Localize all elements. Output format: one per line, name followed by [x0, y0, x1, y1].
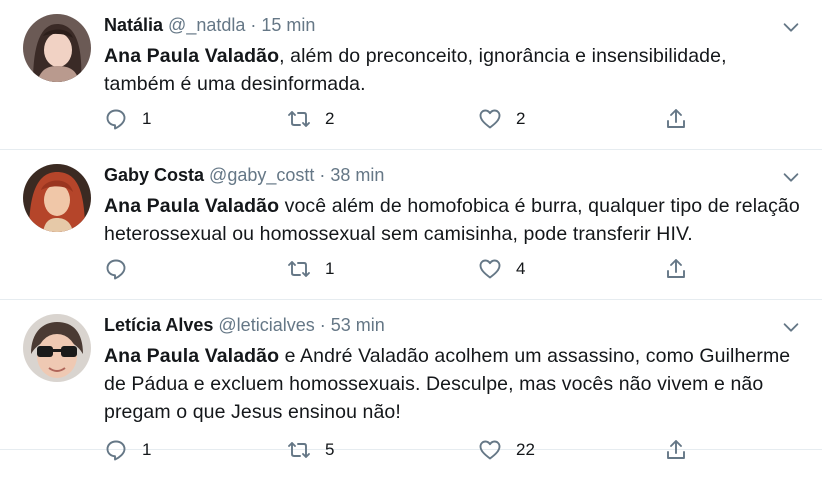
avatar[interactable] [23, 164, 91, 232]
author-handle[interactable]: @_natdla [168, 15, 245, 35]
heart-icon [479, 109, 501, 129]
author-handle[interactable]: @leticialves [218, 315, 314, 335]
tweet-text: Ana Paula Valadão e André Valadão acolhe… [104, 342, 802, 426]
tweet-header: Letícia Alves @leticialves · 53 min [104, 314, 802, 336]
mention-link[interactable]: Ana Paula Valadão [104, 45, 279, 67]
retweet-icon [288, 442, 310, 458]
timestamp[interactable]: 15 min [261, 15, 315, 35]
tweet-actions: 1 4 [104, 254, 704, 284]
like-button[interactable]: 4 [478, 254, 525, 284]
reply-button[interactable]: 1 [104, 104, 151, 134]
chevron-down-icon[interactable] [780, 16, 802, 38]
avatar-woman-dark-hair-icon [23, 14, 91, 82]
chevron-down-icon[interactable] [780, 166, 802, 188]
reply-icon [106, 259, 126, 280]
retweet-count: 5 [325, 440, 335, 459]
tweet-actions: 1 5 22 [104, 435, 704, 465]
share-icon [667, 109, 685, 128]
author-name[interactable]: Letícia Alves [104, 315, 213, 335]
tweet-header: Gaby Costa @gaby_costt · 38 min [104, 164, 802, 186]
avatar-woman-red-hair-icon [23, 164, 91, 232]
retweet-icon [288, 111, 310, 127]
avatar[interactable] [23, 14, 91, 82]
retweet-count: 1 [325, 259, 335, 278]
reply-icon [106, 109, 126, 130]
like-count: 4 [516, 259, 526, 278]
chevron-down-icon[interactable] [780, 316, 802, 338]
mention-link[interactable]: Ana Paula Valadão [104, 345, 279, 367]
share-button[interactable] [664, 254, 688, 284]
separator-dot: · [319, 315, 326, 335]
tweet-text: Ana Paula Valadão, além do preconceito, … [104, 42, 802, 98]
tweet[interactable]: Gaby Costa @gaby_costt · 38 min Ana Paul… [0, 150, 822, 300]
author-name[interactable]: Natália [104, 15, 163, 35]
heart-icon [479, 440, 501, 460]
tweet-text: Ana Paula Valadão você além de homofobic… [104, 192, 802, 248]
retweet-button[interactable]: 2 [287, 104, 334, 134]
tweet-actions: 1 2 2 [104, 104, 704, 134]
retweet-button[interactable]: 1 [287, 254, 334, 284]
avatar-woman-glasses-icon [23, 314, 91, 382]
separator-dot: · [319, 165, 326, 185]
avatar[interactable] [23, 314, 91, 382]
author-handle[interactable]: @gaby_costt [209, 165, 314, 185]
timestamp[interactable]: 38 min [330, 165, 384, 185]
share-button[interactable] [664, 435, 688, 465]
heart-icon [479, 259, 501, 279]
separator-dot: · [250, 15, 257, 35]
share-icon [667, 259, 685, 278]
retweet-button[interactable]: 5 [287, 435, 334, 465]
retweet-count: 2 [325, 109, 335, 128]
tweet[interactable]: Letícia Alves @leticialves · 53 min Ana … [0, 300, 822, 461]
like-button[interactable]: 2 [478, 104, 525, 134]
tweet[interactable]: Natália @_natdla · 15 min Ana Paula Vala… [0, 0, 822, 150]
reply-icon [106, 440, 126, 461]
reply-count: 1 [142, 440, 152, 459]
tweet-header: Natália @_natdla · 15 min [104, 14, 802, 36]
author-name[interactable]: Gaby Costa [104, 165, 204, 185]
reply-button[interactable]: 1 [104, 435, 151, 465]
like-count: 22 [516, 440, 535, 459]
share-button[interactable] [664, 104, 688, 134]
mention-link[interactable]: Ana Paula Valadão [104, 195, 279, 217]
retweet-icon [288, 261, 310, 277]
timestamp[interactable]: 53 min [331, 315, 385, 335]
reply-count: 1 [142, 109, 152, 128]
share-icon [667, 440, 685, 459]
reply-button[interactable] [104, 254, 142, 284]
like-count: 2 [516, 109, 526, 128]
like-button[interactable]: 22 [478, 435, 535, 465]
